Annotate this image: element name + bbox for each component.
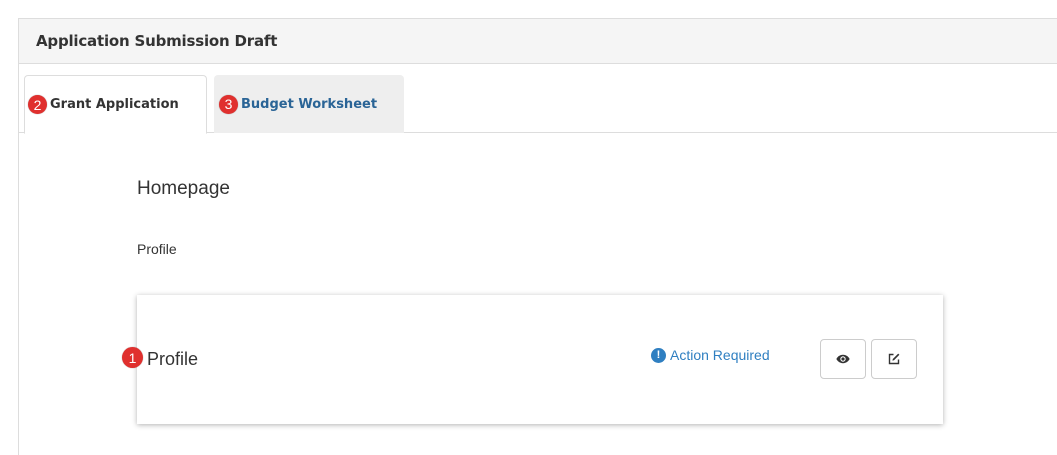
panel-title: Application Submission Draft bbox=[36, 32, 278, 50]
profile-card: 1 Profile ! Action Required bbox=[122, 295, 943, 424]
section-sublabel: Profile bbox=[137, 241, 177, 257]
edit-button[interactable] bbox=[871, 339, 917, 379]
step-badge-2: 2 bbox=[28, 95, 47, 114]
panel-heading: Application Submission Draft bbox=[19, 19, 1057, 64]
tab-bar: 2 Grant Application 3 Budget Worksheet bbox=[19, 64, 1057, 134]
card-title: Profile bbox=[147, 349, 199, 369]
tab-label: Grant Application bbox=[50, 97, 179, 112]
step-badge-3: 3 bbox=[219, 94, 238, 114]
tab-budget-worksheet[interactable]: 3 Budget Worksheet bbox=[214, 75, 404, 133]
eye-icon bbox=[836, 354, 850, 364]
tab-grant-application[interactable]: 2 Grant Application bbox=[24, 75, 207, 134]
application-panel: Application Submission Draft 2 Grant App… bbox=[18, 18, 1057, 455]
tab-content: Homepage Profile 1 Profile ! Action Requ… bbox=[19, 133, 1057, 455]
status-indicator: ! Action Required bbox=[651, 347, 770, 363]
edit-icon bbox=[888, 353, 900, 365]
tab-label: Budget Worksheet bbox=[241, 96, 378, 112]
exclamation-circle-icon: ! bbox=[651, 347, 666, 363]
view-button[interactable] bbox=[820, 339, 866, 379]
step-badge-1: 1 bbox=[122, 347, 143, 368]
status-text: Action Required bbox=[670, 347, 770, 363]
section-title: Homepage bbox=[137, 178, 230, 199]
